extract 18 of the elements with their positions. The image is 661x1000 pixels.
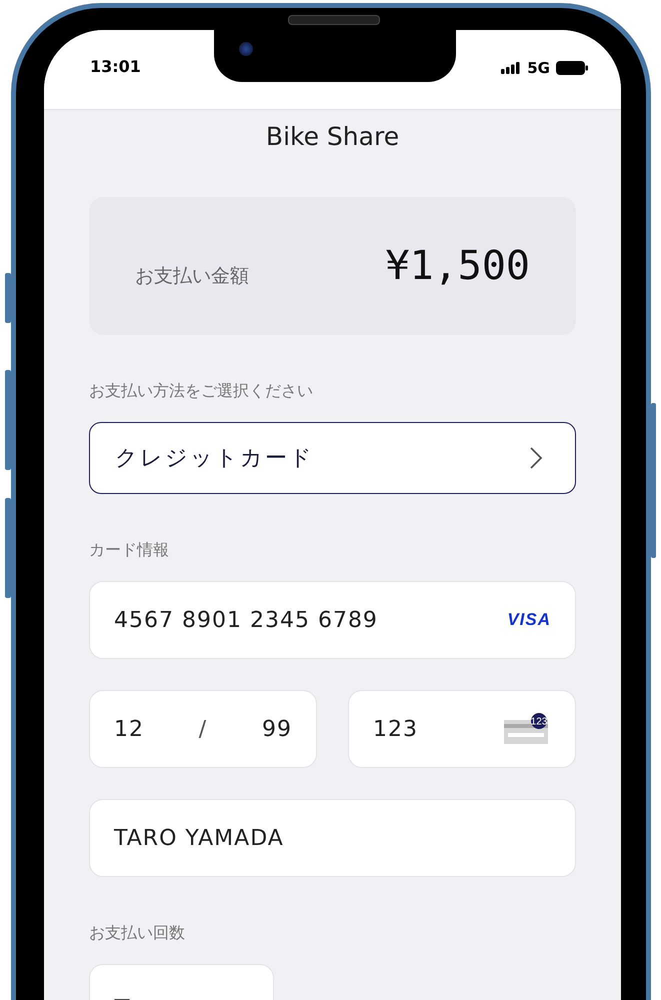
card-brand-logo: VISA — [507, 610, 551, 630]
expiry-field[interactable]: 12 / 99 — [89, 690, 317, 768]
cvc-field[interactable]: 123 123 — [348, 690, 576, 768]
amount-value: ¥1,500 — [386, 243, 530, 289]
cardholder-name-field[interactable]: TARO YAMADA — [89, 799, 576, 877]
payment-method-select[interactable]: クレジットカード — [89, 422, 576, 494]
section-label: お支払い方法をご選択ください — [89, 381, 314, 402]
camera-icon — [239, 42, 253, 56]
card-number-field[interactable]: 4567 8901 2345 6789 VISA — [89, 581, 576, 659]
section-label: お支払い回数 — [89, 923, 186, 944]
clock-time: 13:01 — [90, 57, 141, 76]
signal-icon — [501, 62, 522, 74]
amount-label: お支払い金額 — [135, 264, 249, 289]
battery-icon — [556, 61, 588, 75]
chevron-icon — [529, 446, 543, 470]
network-label: 5G — [527, 59, 550, 77]
app-title: Bike Share — [264, 122, 400, 153]
section-label: カード情報 — [89, 540, 170, 561]
